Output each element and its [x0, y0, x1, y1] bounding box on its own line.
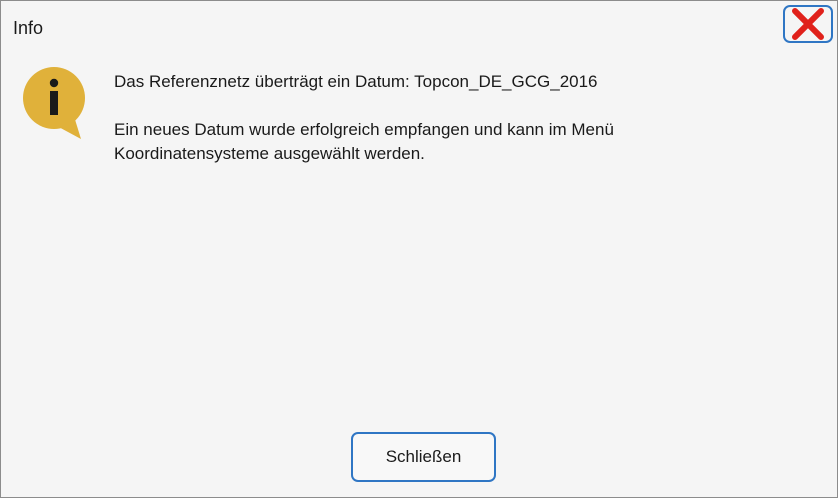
message-text: Das Referenznetz überträgt ein Datum: To…	[114, 70, 804, 166]
message-line: Das Referenznetz überträgt ein Datum: To…	[114, 72, 598, 91]
dialog-title: Info	[13, 18, 44, 38]
message-line: Koordinatensysteme ausgewählt werden.	[114, 144, 425, 163]
schliessen-button[interactable]: Schließen	[351, 432, 496, 482]
close-icon	[792, 8, 824, 40]
info-dialog: Info Das Referenznetz überträgt ein Datu…	[0, 0, 838, 498]
close-button[interactable]	[783, 5, 833, 43]
info-icon	[23, 67, 85, 139]
message-line: Ein neues Datum wurde erfolgreich empfan…	[114, 120, 614, 139]
